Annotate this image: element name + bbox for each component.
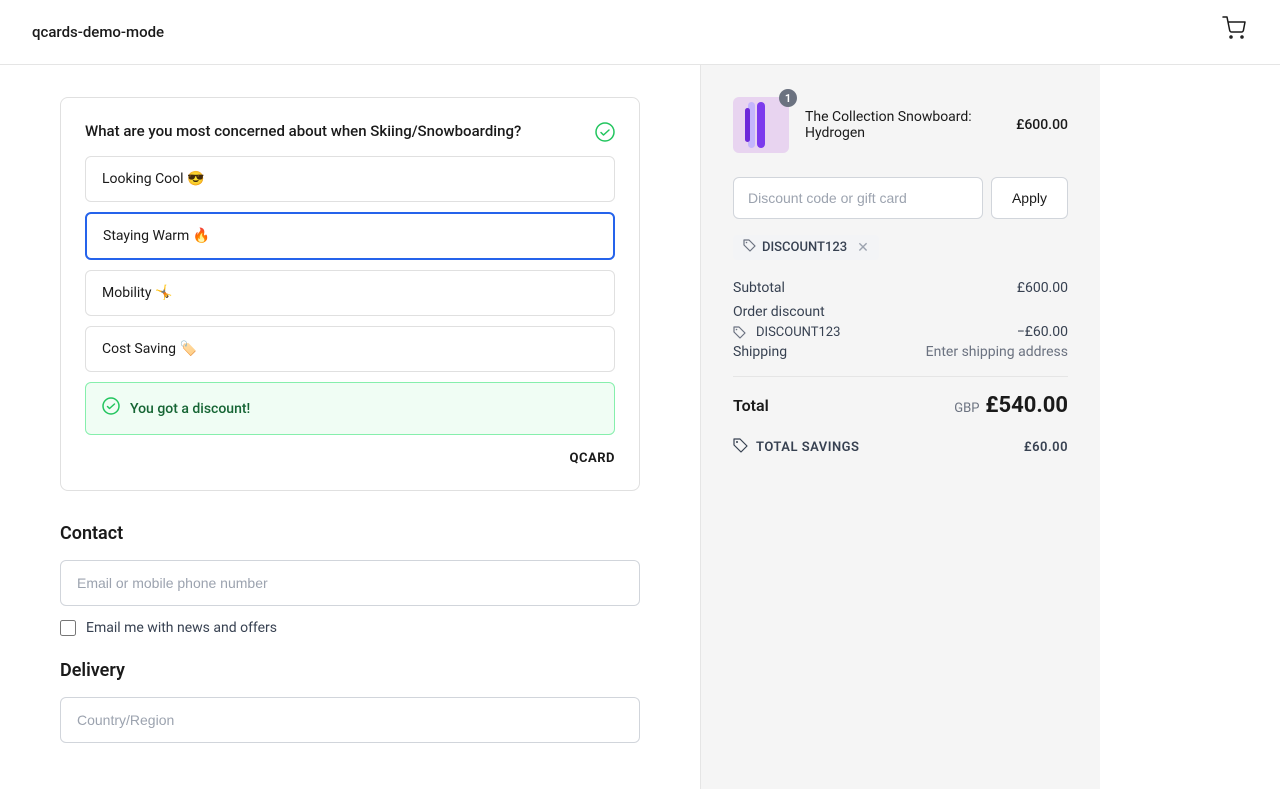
country-input[interactable] (60, 697, 640, 743)
total-amount: £540.00 (985, 393, 1068, 418)
contact-title: Contact (60, 523, 640, 544)
discount-label-group: Order discount (733, 304, 825, 320)
option-staying-warm[interactable]: Staying Warm 🔥 (85, 212, 615, 260)
discount-code-detail-label: DISCOUNT123 (733, 324, 840, 340)
savings-label: TOTAL SAVINGS (756, 440, 859, 455)
main-layout: What are you most concerned about when S… (0, 65, 1280, 789)
newsletter-checkbox[interactable] (60, 620, 76, 636)
subtotal-row: Subtotal £600.00 (733, 280, 1068, 296)
savings-row: TOTAL SAVINGS £60.00 (733, 438, 1068, 457)
tag-icon (743, 239, 756, 256)
discount-code-row-detail: DISCOUNT123 −£60.00 (733, 324, 1068, 340)
subtotal-value: £600.00 (1017, 280, 1068, 296)
contact-section: Contact Email me with news and offers (60, 523, 640, 636)
delivery-section: Delivery (60, 660, 640, 757)
discount-value: −£60.00 (1017, 324, 1068, 340)
shipping-value: Enter shipping address (926, 344, 1068, 360)
product-image: 1 (733, 97, 789, 153)
option-cost-saving[interactable]: Cost Saving 🏷️ (85, 326, 615, 372)
savings-amount: £60.00 (1024, 440, 1068, 455)
option-mobility[interactable]: Mobility 🤸 (85, 270, 615, 316)
discount-tag: DISCOUNT123 ✕ (733, 235, 879, 260)
total-label: Total (733, 396, 769, 415)
newsletter-row: Email me with news and offers (60, 620, 640, 636)
shipping-label: Shipping (733, 344, 787, 360)
subtotal-label: Subtotal (733, 280, 785, 296)
delivery-title: Delivery (60, 660, 640, 681)
qcard-question: What are you most concerned about when S… (85, 122, 615, 140)
discount-code-row: Apply (733, 177, 1068, 219)
applied-discount-code: DISCOUNT123 (756, 325, 840, 340)
total-currency: GBP (954, 401, 979, 416)
qcard-check-icon (595, 122, 615, 147)
email-input[interactable] (60, 560, 640, 606)
discount-banner: You got a discount! (85, 382, 615, 435)
remove-discount-button[interactable]: ✕ (857, 240, 869, 256)
header-title: qcards-demo-mode (32, 23, 164, 41)
applied-code-label: DISCOUNT123 (762, 240, 847, 255)
newsletter-label: Email me with news and offers (86, 620, 277, 636)
header: qcards-demo-mode (0, 0, 1280, 65)
right-panel: 1 The Collection Snowboard: Hydrogen £60… (700, 65, 1100, 789)
product-badge: 1 (779, 89, 797, 107)
applied-discount-row: DISCOUNT123 ✕ (733, 235, 1068, 260)
discount-code-input[interactable] (733, 177, 983, 219)
product-price: £600.00 (1016, 117, 1068, 133)
savings-icon (733, 438, 748, 457)
qcard-footer-label: QCARD (85, 451, 615, 466)
product-name: The Collection Snowboard: Hydrogen (805, 109, 972, 141)
order-discount-row: Order discount (733, 304, 1068, 320)
order-discount-label: Order discount (733, 304, 825, 320)
left-panel: What are you most concerned about when S… (0, 65, 700, 789)
discount-check-icon (102, 397, 120, 420)
cart-icon[interactable] (1222, 16, 1248, 48)
option-looking-cool[interactable]: Looking Cool 😎 (85, 156, 615, 202)
total-price-group: GBP £540.00 (954, 393, 1068, 418)
apply-button[interactable]: Apply (991, 177, 1068, 219)
product-info: The Collection Snowboard: Hydrogen (805, 109, 1000, 141)
discount-message: You got a discount! (130, 401, 250, 417)
product-row: 1 The Collection Snowboard: Hydrogen £60… (733, 97, 1068, 153)
total-row: Total GBP £540.00 (733, 393, 1068, 418)
shipping-row: Shipping Enter shipping address (733, 344, 1068, 377)
qcard-widget: What are you most concerned about when S… (60, 97, 640, 491)
